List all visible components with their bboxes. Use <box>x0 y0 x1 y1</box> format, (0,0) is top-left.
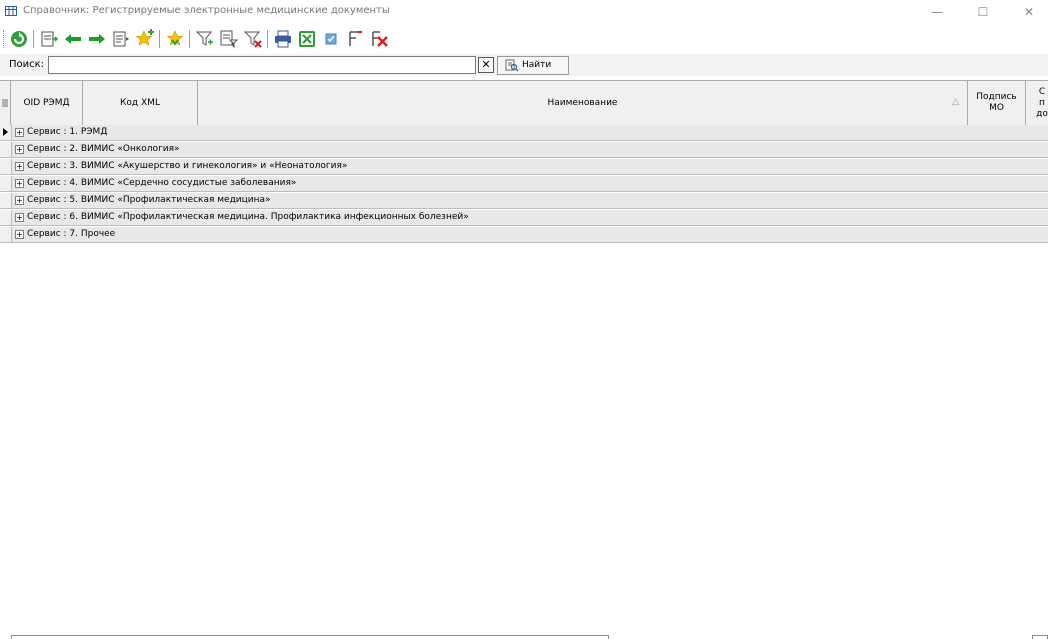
close-button[interactable]: ✕ <box>1006 0 1048 24</box>
sort-ascending-icon: △ <box>952 97 959 107</box>
toolbar-separator <box>189 30 190 48</box>
expand-group-button[interactable]: + <box>15 128 24 137</box>
back-button[interactable] <box>62 28 84 50</box>
group-row[interactable]: + Сервис : 1. РЭМД <box>0 125 1048 141</box>
forward-button[interactable] <box>86 28 108 50</box>
checkbox-button[interactable] <box>320 28 342 50</box>
expand-group-button[interactable]: + <box>15 162 24 171</box>
row-indicator[interactable] <box>0 125 12 140</box>
group-row[interactable]: + Сервис : 5. ВИМИС «Профилактическая мед… <box>0 193 1048 209</box>
view-record-icon <box>113 31 129 47</box>
favorites-icon <box>166 30 184 46</box>
group-label: Сервис : 6. ВИМИС «Профилактическая меди… <box>27 212 469 222</box>
minimize-button[interactable]: — <box>914 0 960 24</box>
group-label: Сервис : 5. ВИМИС «Профилактическая меди… <box>27 195 271 205</box>
clear-search-button[interactable]: ✕ <box>478 57 494 73</box>
group-label: Сервис : 1. РЭМД <box>27 127 108 137</box>
data-grid: OID РЭМД Код XML Наименование △ Подпись … <box>0 80 1048 639</box>
column-header-signature[interactable]: Подпись МО <box>968 81 1026 125</box>
add-favorite-button[interactable] <box>134 28 156 50</box>
table-grid-icon <box>5 6 17 16</box>
delete-button[interactable] <box>368 28 390 50</box>
edit-filter-button[interactable] <box>218 28 240 50</box>
toolbar-separator <box>33 30 34 48</box>
find-icon <box>505 59 519 72</box>
row-indicator[interactable] <box>0 227 12 242</box>
add-favorite-icon <box>135 29 154 46</box>
title-bar: Справочник: Регистрируемые электронные м… <box>0 0 1048 24</box>
group-row[interactable]: + Сервис : 4. ВИМИС «Сердечно сосудистые … <box>0 176 1048 192</box>
expand-group-button[interactable]: + <box>15 230 24 239</box>
filter-icon <box>195 31 213 46</box>
column-header-oid[interactable]: OID РЭМД <box>11 81 83 125</box>
window-title: Справочник: Регистрируемые электронные м… <box>23 5 390 16</box>
column-header-xml-code[interactable]: Код XML <box>83 81 198 125</box>
group-row[interactable]: + Сервис : 6. ВИМИС «Профилактическая мед… <box>0 210 1048 226</box>
filter-button[interactable] <box>194 28 216 50</box>
open-record-icon <box>41 31 59 47</box>
search-label: Поиск: <box>9 59 45 70</box>
expand-group-button[interactable]: + <box>15 196 24 205</box>
current-row-arrow-icon <box>3 128 8 136</box>
group-label: Сервис : 7. Прочее <box>27 229 116 239</box>
group-row[interactable]: + Сервис : 2. ВИМИС «Онкология» <box>0 142 1048 158</box>
checkbox-icon <box>325 33 337 45</box>
print-button[interactable] <box>272 28 294 50</box>
row-indicator[interactable] <box>0 193 12 208</box>
row-indicator[interactable] <box>0 159 12 174</box>
find-label: Найти <box>522 60 552 70</box>
toolbar-separator <box>267 30 268 48</box>
grid-header: OID РЭМД Код XML Наименование △ Подпись … <box>0 81 1048 126</box>
horizontal-scrollbar[interactable] <box>11 635 609 639</box>
column-chooser-button[interactable] <box>0 81 11 125</box>
column-settings-button[interactable] <box>344 28 366 50</box>
clear-filter-icon <box>243 31 262 48</box>
favorites-button[interactable] <box>164 28 186 50</box>
back-arrow-icon <box>65 34 81 44</box>
row-indicator[interactable] <box>0 142 12 157</box>
column-header-name[interactable]: Наименование △ <box>198 81 968 125</box>
group-label: Сервис : 4. ВИМИС «Сердечно сосудистые з… <box>27 178 297 188</box>
column-settings-icon <box>349 31 362 46</box>
row-indicator[interactable] <box>0 210 12 225</box>
scrollbar-corner <box>1032 635 1048 639</box>
maximize-button[interactable]: ☐ <box>960 0 1006 24</box>
search-input[interactable] <box>48 56 476 74</box>
clear-filter-button[interactable] <box>242 28 264 50</box>
group-label: Сервис : 3. ВИМИС «Акушерство и гинеколо… <box>27 161 348 171</box>
column-chooser-icon <box>2 99 8 107</box>
find-button[interactable]: Найти <box>497 56 569 75</box>
excel-export-button[interactable] <box>296 28 318 50</box>
column-header-extra[interactable]: С п до <box>1026 81 1048 125</box>
toolbar-grip[interactable] <box>3 30 6 48</box>
refresh-button[interactable] <box>8 28 30 50</box>
open-record-button[interactable] <box>38 28 60 50</box>
expand-group-button[interactable]: + <box>15 213 24 222</box>
toolbar <box>0 26 1048 54</box>
column-header-name-label: Наименование <box>547 97 618 108</box>
delete-icon <box>372 31 388 47</box>
search-bar: Поиск: ✕ Найти <box>0 54 1048 76</box>
toolbar-separator <box>159 30 160 48</box>
print-icon <box>275 30 291 48</box>
group-row[interactable]: + Сервис : 7. Прочее <box>0 227 1048 243</box>
row-indicator[interactable] <box>0 176 12 191</box>
edit-filter-icon <box>220 30 239 49</box>
refresh-icon <box>11 31 27 47</box>
expand-group-button[interactable]: + <box>15 179 24 188</box>
view-record-button[interactable] <box>110 28 132 50</box>
forward-arrow-icon <box>89 34 105 44</box>
excel-export-icon <box>299 31 315 47</box>
expand-group-button[interactable]: + <box>15 145 24 154</box>
group-label: Сервис : 2. ВИМИС «Онкология» <box>27 144 180 154</box>
group-row[interactable]: + Сервис : 3. ВИМИС «Акушерство и гинекол… <box>0 159 1048 175</box>
